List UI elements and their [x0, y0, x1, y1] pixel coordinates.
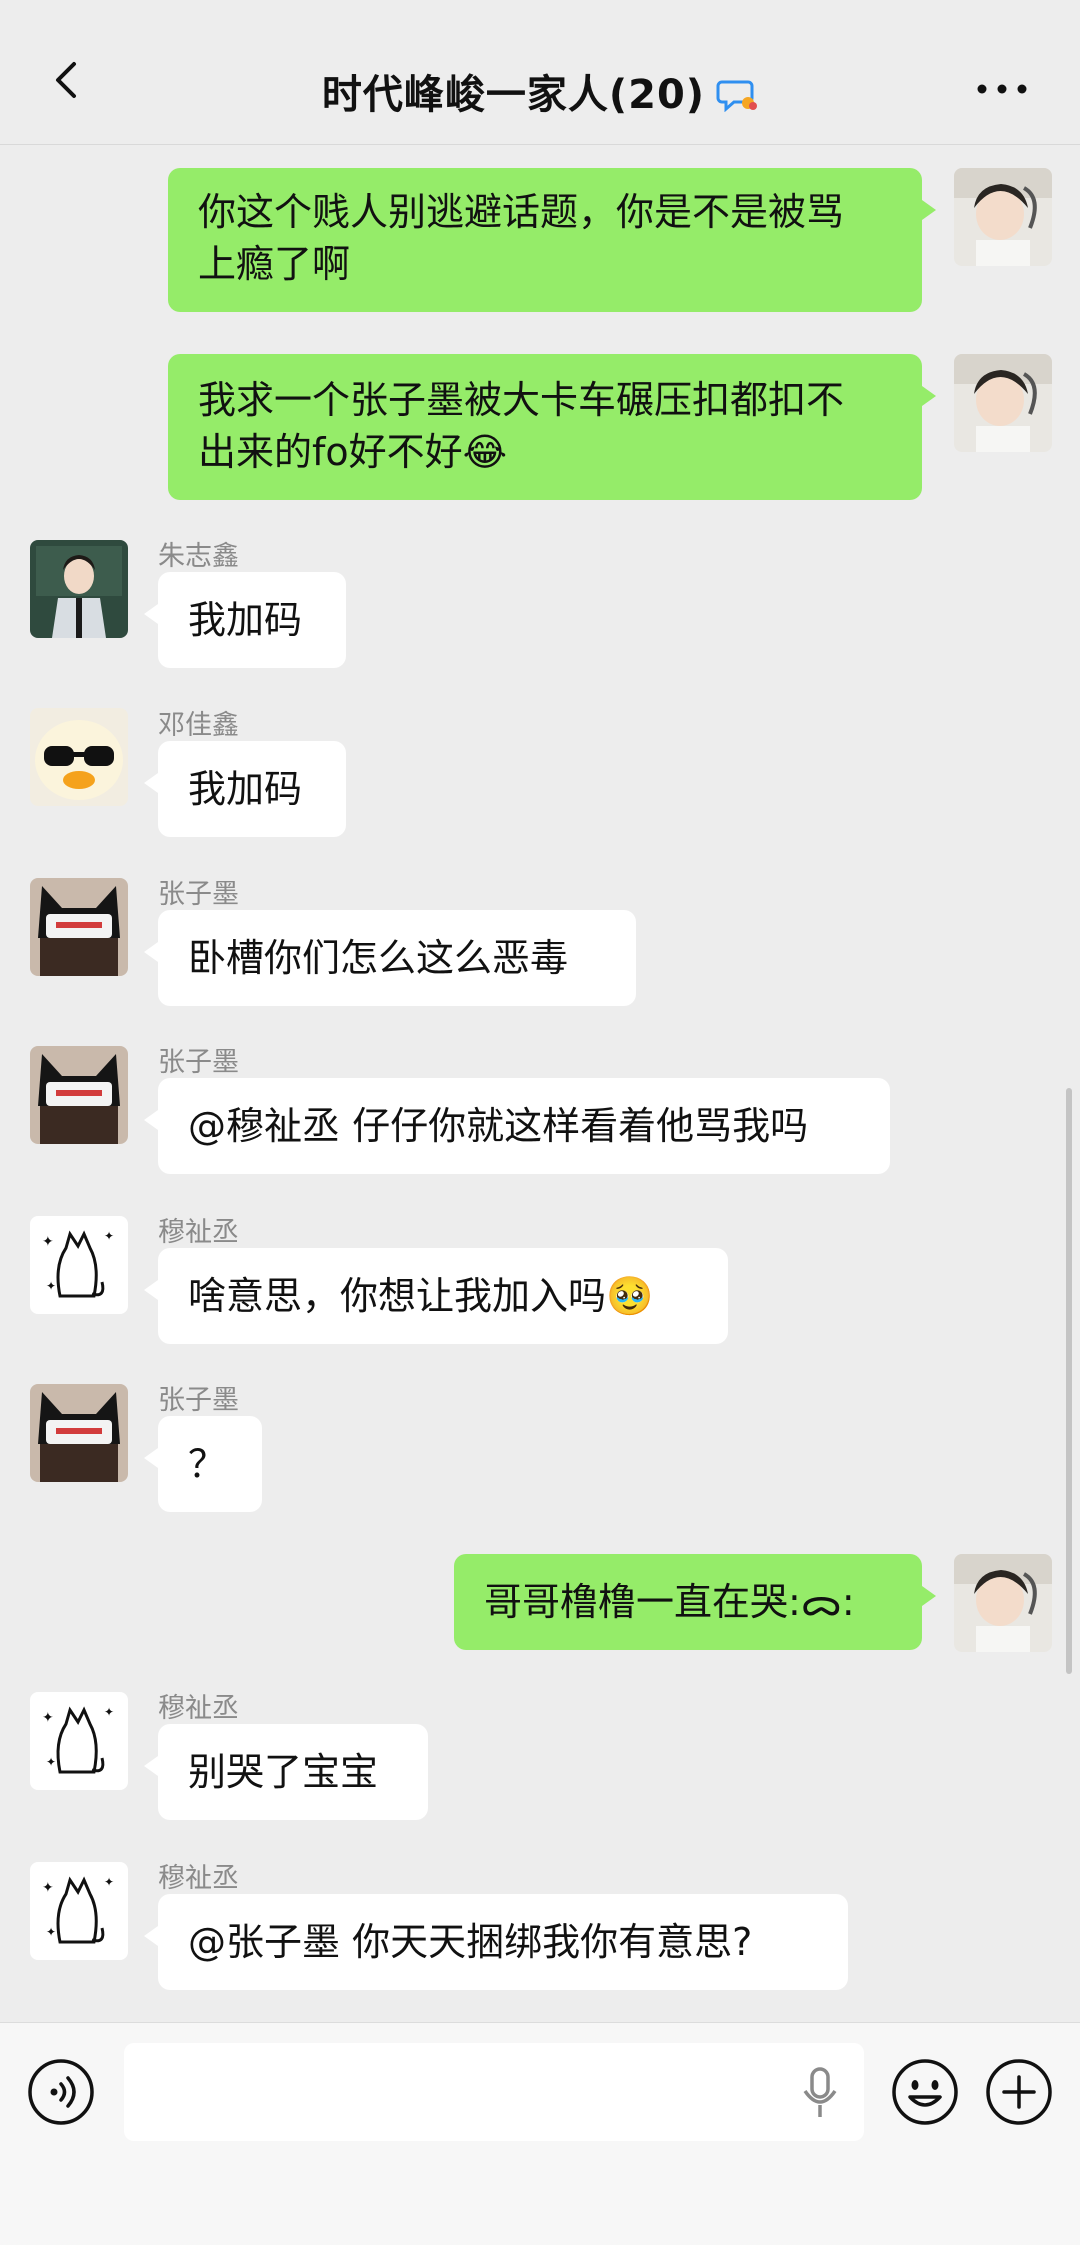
- avatar-doodle-cat[interactable]: ✦ ✦ ✦: [30, 1862, 128, 1960]
- avatar-suit-boy[interactable]: [30, 540, 128, 638]
- message-text: 我加码: [188, 598, 303, 642]
- message-text: 啥意思，你想让我加入吗🥹: [188, 1274, 654, 1318]
- message-text: @张子墨 你天天捆绑我你有意思?: [188, 1920, 753, 1964]
- sender-name: 穆祉丞: [158, 1217, 239, 1248]
- message-text: 卧槽你们怎么这么恶毒: [188, 936, 569, 980]
- message-text: 我求一个张子墨被大卡车碾压扣都扣不: [198, 378, 845, 422]
- avatar-cat-ear-hat[interactable]: [30, 1384, 128, 1482]
- chat-title: 时代峰峻一家人(20): [321, 72, 706, 118]
- message-bubble-incoming[interactable]: ？: [144, 1416, 262, 1512]
- more-options-icon[interactable]: [972, 72, 1032, 106]
- chat-title-area[interactable]: 时代峰峻一家人(20): [0, 62, 1080, 120]
- svg-text:✦: ✦: [42, 1880, 54, 1896]
- sender-name: 朱志鑫: [158, 541, 239, 572]
- message-bubble-outgoing[interactable]: 我求一个张子墨被大卡车碾压扣都扣不 出来的fo好不好😂: [168, 354, 936, 500]
- message-text: 上瘾了啊: [198, 242, 351, 286]
- avatar-photo-boy[interactable]: [954, 168, 1052, 266]
- message-bubble-incoming[interactable]: 别哭了宝宝: [144, 1724, 428, 1820]
- scrollbar[interactable]: [1066, 1088, 1072, 1674]
- avatar-photo-boy[interactable]: [954, 354, 1052, 452]
- message-bubble-incoming[interactable]: 我加码: [144, 741, 346, 837]
- message-bubble-incoming[interactable]: 啥意思，你想让我加入吗🥹: [144, 1248, 728, 1344]
- message-text: 出来的fo好不好😂: [198, 430, 508, 474]
- group-chat-badge-icon: [716, 80, 758, 112]
- emoji-icon[interactable]: [890, 2057, 960, 2127]
- sender-name: 穆祉丞: [158, 1693, 239, 1724]
- message-bubble-incoming[interactable]: @穆祉丞 仔仔你就这样看着他骂我吗: [144, 1078, 890, 1174]
- sender-name: 张子墨: [158, 1385, 239, 1416]
- message-text: 别哭了宝宝: [188, 1750, 379, 1794]
- avatar-photo-boy[interactable]: [954, 1554, 1052, 1652]
- message-bubble-incoming[interactable]: @张子墨 你天天捆绑我你有意思?: [144, 1894, 848, 1990]
- plus-icon[interactable]: [984, 2057, 1054, 2127]
- message-bubble-incoming[interactable]: 我加码: [144, 572, 346, 668]
- svg-text:✦: ✦: [104, 1229, 114, 1243]
- message-text: 你这个贱人别逃避话题，你是不是被骂: [198, 190, 845, 234]
- message-bubble-incoming[interactable]: 卧槽你们怎么这么恶毒: [144, 910, 636, 1006]
- sender-name: 张子墨: [158, 879, 239, 910]
- avatar-cat-ear-hat[interactable]: [30, 878, 128, 976]
- message-bubble-outgoing[interactable]: 你这个贱人别逃避话题，你是不是被骂 上瘾了啊: [168, 168, 936, 312]
- message-bubble-outgoing[interactable]: 哥哥橹橹一直在哭:ᯅ:: [454, 1554, 936, 1650]
- sender-name: 穆祉丞: [158, 1863, 239, 1894]
- svg-text:✦: ✦: [46, 1279, 56, 1293]
- message-text: 我加码: [188, 767, 303, 811]
- message-text: ？: [188, 1442, 227, 1486]
- svg-text:✦: ✦: [42, 1710, 54, 1726]
- avatar-cat-ear-hat[interactable]: [30, 1046, 128, 1144]
- avatar-duck-sunglasses[interactable]: [30, 708, 128, 806]
- microphone-icon[interactable]: [800, 2065, 840, 2121]
- message-input[interactable]: [124, 2043, 864, 2141]
- chat-header: 时代峰峻一家人(20): [0, 0, 1080, 145]
- message-text: @穆祉丞 仔仔你就这样看着他骂我吗: [188, 1104, 809, 1148]
- avatar-doodle-cat[interactable]: ✦ ✦ ✦: [30, 1216, 128, 1314]
- svg-text:✦: ✦: [46, 1755, 56, 1769]
- svg-text:✦: ✦: [104, 1875, 114, 1889]
- avatar-doodle-cat[interactable]: ✦ ✦ ✦: [30, 1692, 128, 1790]
- svg-text:✦: ✦: [42, 1234, 54, 1250]
- svg-text:✦: ✦: [46, 1925, 56, 1939]
- sender-name: 邓佳鑫: [158, 710, 239, 741]
- svg-text:✦: ✦: [104, 1705, 114, 1719]
- message-text: 哥哥橹橹一直在哭:ᯅ:: [484, 1580, 855, 1624]
- voice-mode-icon[interactable]: [26, 2057, 96, 2127]
- chat-input-bar: [0, 2022, 1080, 2245]
- sender-name: 张子墨: [158, 1047, 239, 1078]
